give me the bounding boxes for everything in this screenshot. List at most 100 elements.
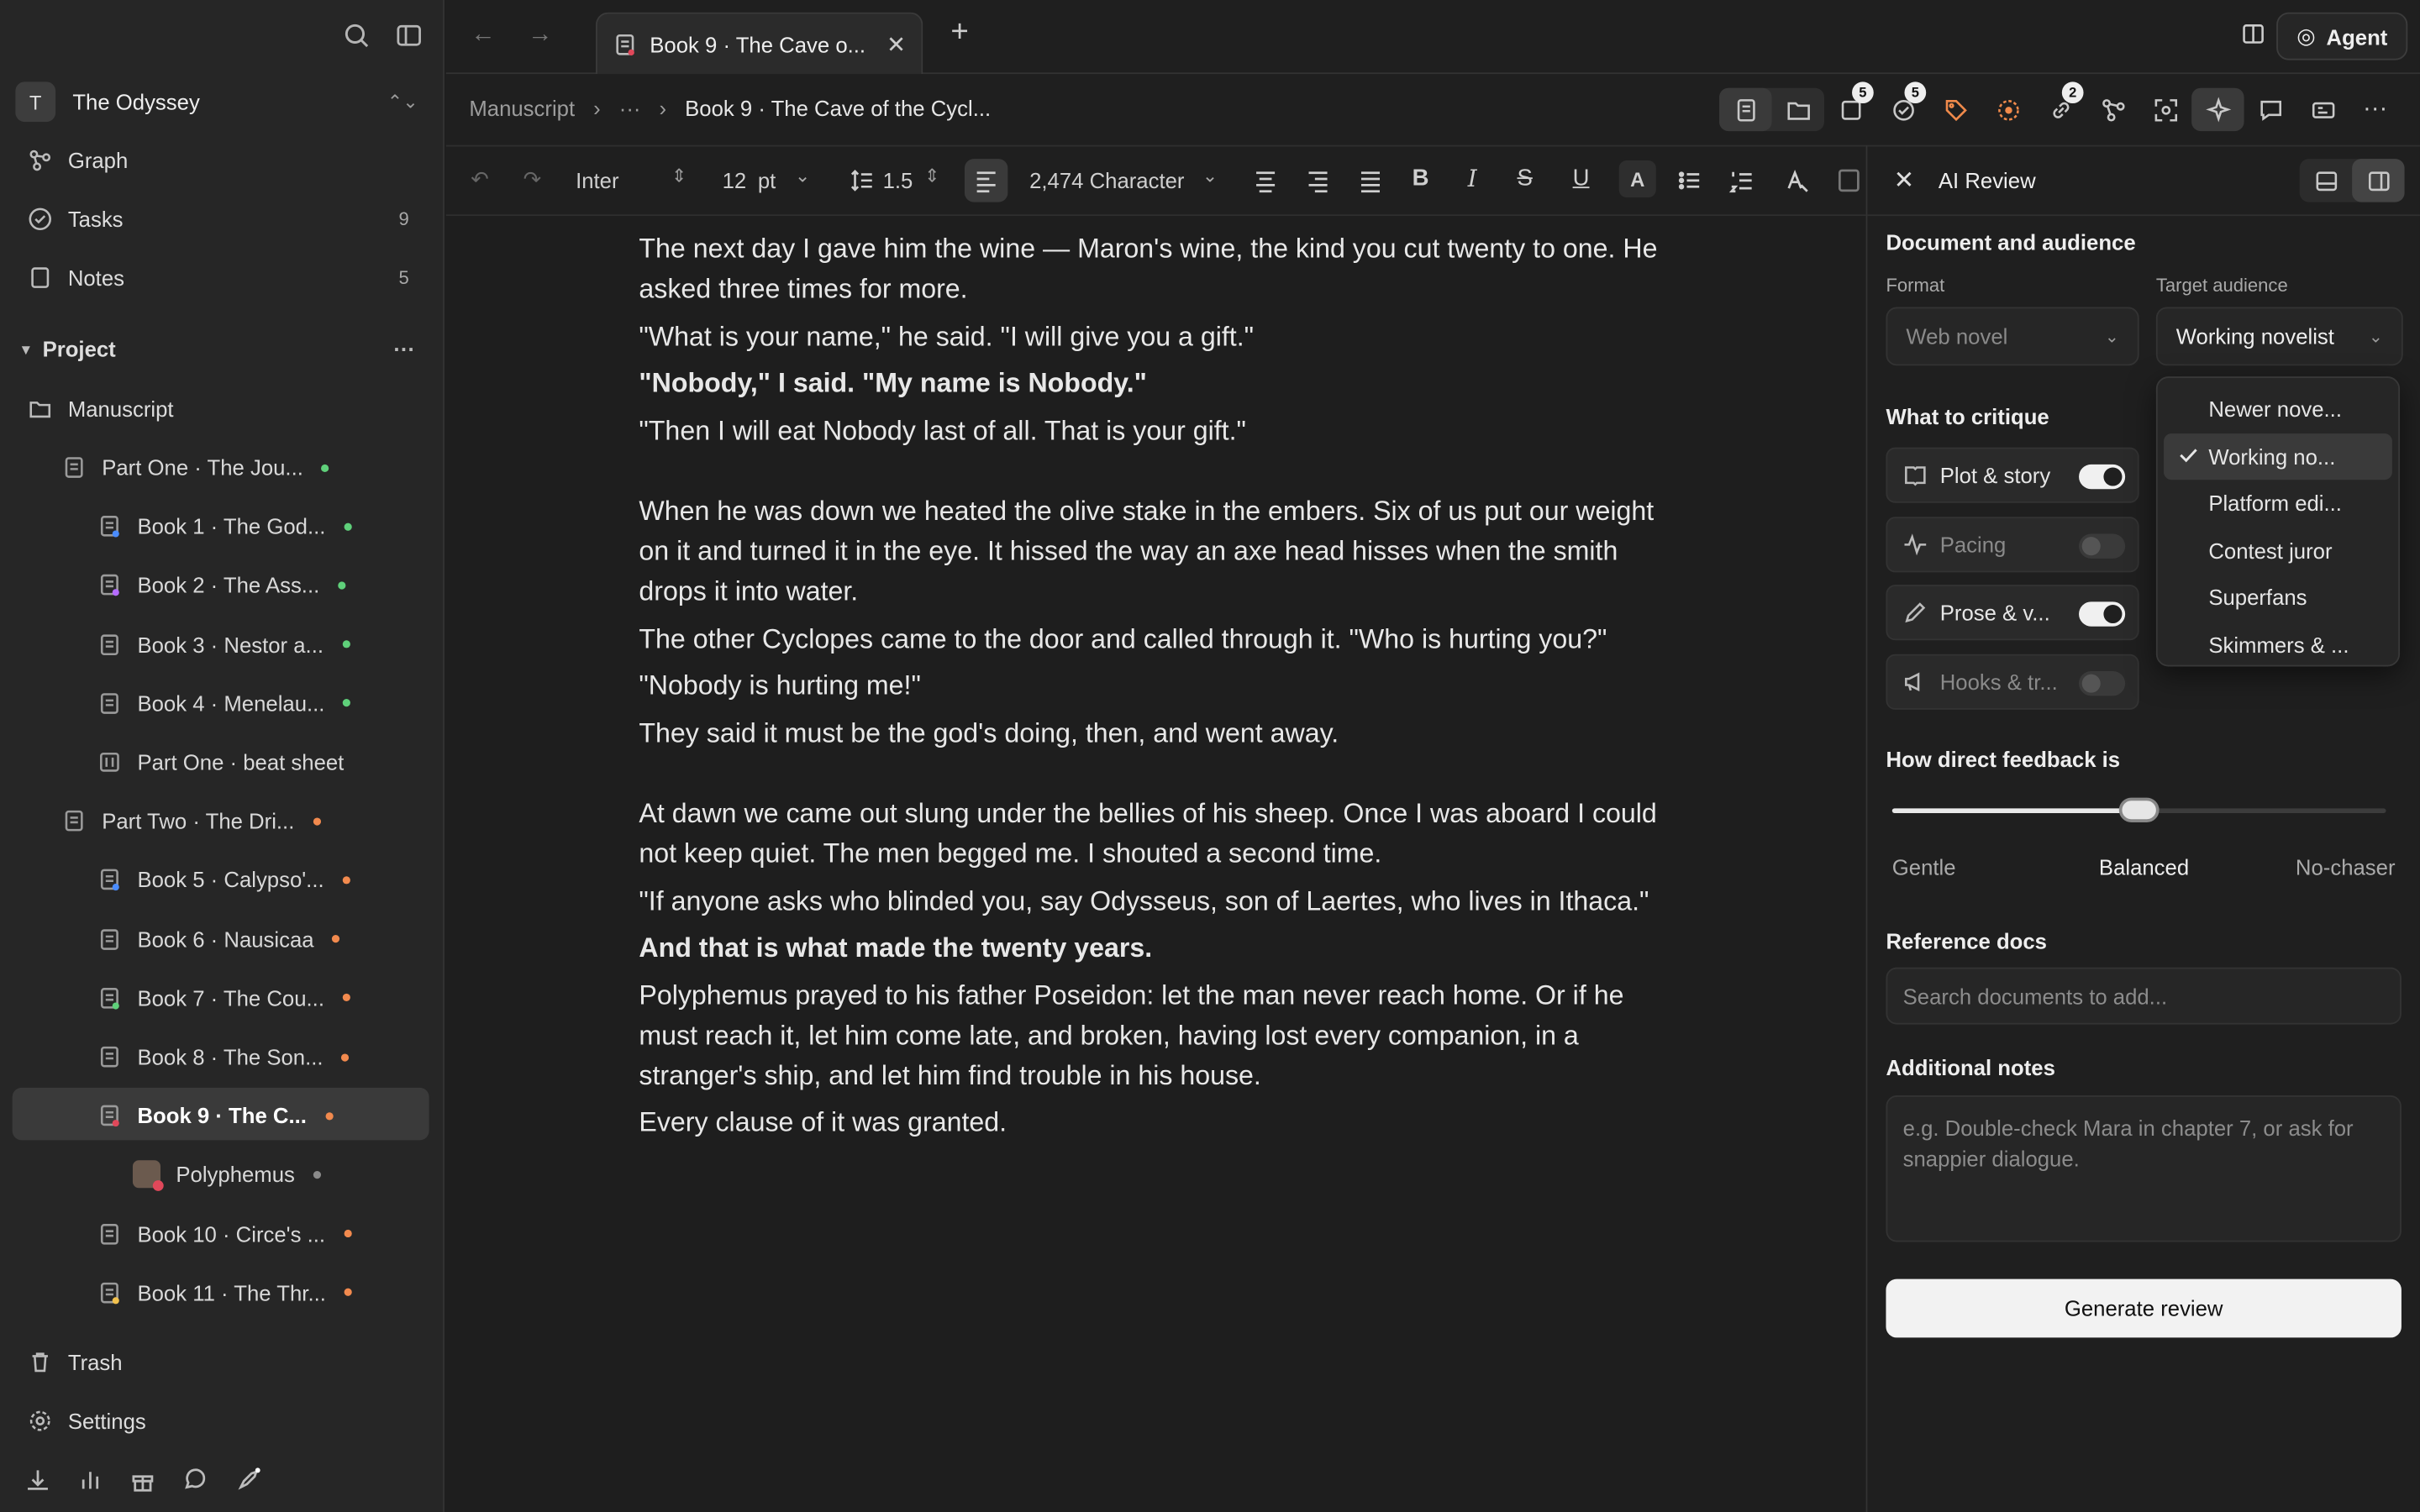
pages-icon[interactable]: 5 [1824, 81, 1876, 131]
tree-item[interactable]: Book 6 · Nausicaa [97, 913, 340, 965]
paragraph[interactable]: The next day I gave him the wine — Maron… [639, 228, 1673, 309]
stats-icon[interactable] [77, 1467, 103, 1494]
paragraph[interactable]: Polyphemus prayed to his father Poseidon… [639, 974, 1673, 1095]
chevron-down-icon[interactable]: ⌄ [1202, 165, 1218, 187]
count-select[interactable]: 2,474 Character [1029, 168, 1184, 192]
tasks-icon[interactable]: 5 [1876, 81, 1928, 131]
agent-button[interactable]: ◎ Agent [2276, 12, 2408, 60]
new-tab-icon[interactable]: + [950, 15, 968, 50]
status-icon[interactable] [1981, 88, 2033, 131]
numbered-list-icon[interactable] [1728, 166, 1756, 199]
redo-icon[interactable]: ↷ [523, 166, 542, 192]
paragraph[interactable]: When he was down we heated the olive sta… [639, 491, 1673, 611]
layout-side-icon[interactable] [2352, 159, 2405, 202]
undo-icon[interactable]: ↶ [471, 166, 489, 192]
paragraph[interactable]: They said it must be the god's doing, th… [639, 712, 1673, 753]
strikethrough-icon[interactable]: S [1517, 165, 1532, 192]
focus-icon[interactable] [2139, 88, 2191, 131]
audience-option[interactable]: Platform edi... [2164, 480, 2392, 527]
breadcrumb-current[interactable]: Book 9 · The Cave of the Cycl... [685, 96, 991, 120]
close-icon[interactable]: ✕ [886, 30, 906, 58]
manuscript-folder[interactable]: Manuscript [15, 384, 427, 433]
critique-plot[interactable]: Plot & story [1886, 447, 2139, 503]
critique-prose[interactable]: Prose & v... [1886, 585, 2139, 641]
tree-item[interactable]: Book 10 · Circe's ... [97, 1207, 352, 1259]
align-right-icon[interactable] [1304, 166, 1332, 199]
rocket-icon[interactable] [234, 1467, 260, 1494]
more-options-icon[interactable]: ··· [2349, 88, 2401, 131]
format-select[interactable]: Web novel ⌄ [1886, 307, 2139, 366]
tree-item[interactable]: Book 11 · The Thr... [97, 1267, 353, 1319]
audience-select[interactable]: Working novelist ⌄ [2155, 307, 2403, 366]
tree-item[interactable]: Book 8 · The Son... [97, 1031, 350, 1083]
nav-settings[interactable]: Settings [15, 1396, 427, 1446]
bold-icon[interactable]: B [1413, 165, 1429, 192]
font-select[interactable]: Inter [576, 168, 618, 192]
paragraph[interactable]: "Then I will eat Nobody last of all. Tha… [639, 410, 1673, 450]
tree-item[interactable]: Book 7 · The Cou... [97, 972, 351, 1024]
tree-item[interactable]: Polyphemus [132, 1148, 322, 1200]
tree-item[interactable]: Book 1 · The God... [97, 500, 352, 552]
layout-bottom-icon[interactable] [2300, 159, 2352, 202]
forward-arrow-icon[interactable]: → [528, 22, 552, 50]
paragraph[interactable]: And that is what made the twenty years. [639, 927, 1673, 968]
split-view-icon[interactable] [2241, 22, 2265, 55]
tree-item[interactable]: Part One · The Jou... [61, 441, 330, 493]
align-justify-icon[interactable] [1356, 166, 1384, 199]
bullet-list-icon[interactable] [1676, 166, 1704, 199]
more-format-icon[interactable] [1835, 166, 1863, 199]
sidebar-toggle-icon[interactable] [395, 22, 423, 50]
audience-option[interactable]: Superfans [2164, 574, 2392, 621]
italic-icon[interactable]: I [1468, 165, 1477, 193]
font-size-value[interactable]: 12 [723, 168, 747, 192]
nav-trash[interactable]: Trash [15, 1337, 427, 1387]
breadcrumb-root[interactable]: Manuscript [469, 96, 575, 120]
paragraph[interactable]: "Nobody is hurting me!" [639, 665, 1673, 706]
ai-sparkle-icon[interactable] [2191, 87, 2244, 132]
slider-thumb[interactable] [2118, 797, 2160, 822]
paragraph[interactable]: "Nobody," I said. "My name is Nobody." [639, 363, 1673, 403]
comment-icon[interactable] [2244, 88, 2296, 131]
paragraph[interactable]: "If anyone asks who blinded you, say Ody… [639, 880, 1673, 921]
tree-item[interactable]: Part One · beat sheet [97, 736, 344, 788]
nav-graph[interactable]: Graph [15, 136, 427, 186]
folder-view-icon[interactable] [1772, 88, 1824, 131]
critique-toggle[interactable] [2079, 533, 2126, 559]
link-icon[interactable]: 2 [2034, 81, 2086, 131]
download-icon[interactable] [24, 1467, 50, 1494]
tree-item[interactable]: Book 9 · The C... [97, 1089, 334, 1142]
gift-icon[interactable] [129, 1467, 155, 1494]
project-header[interactable]: ▾ Project ··· [15, 324, 427, 374]
document-content[interactable]: The next day I gave him the wine — Maron… [639, 228, 1673, 1149]
align-center-icon[interactable] [1252, 166, 1280, 199]
more-icon[interactable]: ··· [393, 336, 415, 360]
critique-pacing[interactable]: Pacing [1886, 517, 2139, 573]
align-left-icon[interactable] [964, 159, 1008, 202]
reference-search-input[interactable]: Search documents to add... [1886, 967, 2402, 1025]
nav-notes[interactable]: Notes 5 [15, 253, 427, 302]
critique-toggle[interactable] [2079, 670, 2126, 696]
tree-item[interactable]: Book 5 · Calypso'... [97, 853, 350, 906]
tab-book-9[interactable]: Book 9 · The Cave o... ✕ [595, 12, 923, 75]
card-icon[interactable] [2296, 88, 2349, 131]
paragraph[interactable]: At dawn we came out slung under the bell… [639, 793, 1673, 874]
tree-item[interactable]: Book 4 · Menelau... [97, 677, 351, 729]
critique-toggle[interactable] [2079, 464, 2126, 490]
nav-tasks[interactable]: Tasks 9 [15, 194, 427, 244]
audience-option[interactable]: Contest juror [2164, 527, 2392, 574]
line-height-value[interactable]: 1.5 [883, 168, 913, 192]
tag-icon[interactable] [1929, 88, 1981, 131]
breadcrumb-ellipsis[interactable]: ··· [619, 96, 641, 120]
workspace-switcher[interactable]: T The Odyssey ⌃⌄ [15, 81, 427, 123]
editor[interactable]: The next day I gave him the wine — Maron… [445, 216, 1866, 1512]
audience-option[interactable]: Newer nove... [2164, 386, 2392, 433]
search-icon[interactable] [343, 22, 371, 50]
text-color-icon[interactable]: A [1618, 160, 1656, 198]
critique-hooks[interactable]: Hooks & tr... [1886, 654, 2139, 710]
back-arrow-icon[interactable]: ← [471, 22, 495, 50]
chevron-down-icon[interactable]: ⌄ [795, 165, 810, 187]
clear-format-icon[interactable] [1782, 166, 1810, 199]
underline-icon[interactable]: U [1573, 165, 1590, 192]
audience-option[interactable]: Skimmers & ... [2164, 621, 2392, 668]
tree-item[interactable]: Book 3 · Nestor a... [97, 618, 350, 670]
